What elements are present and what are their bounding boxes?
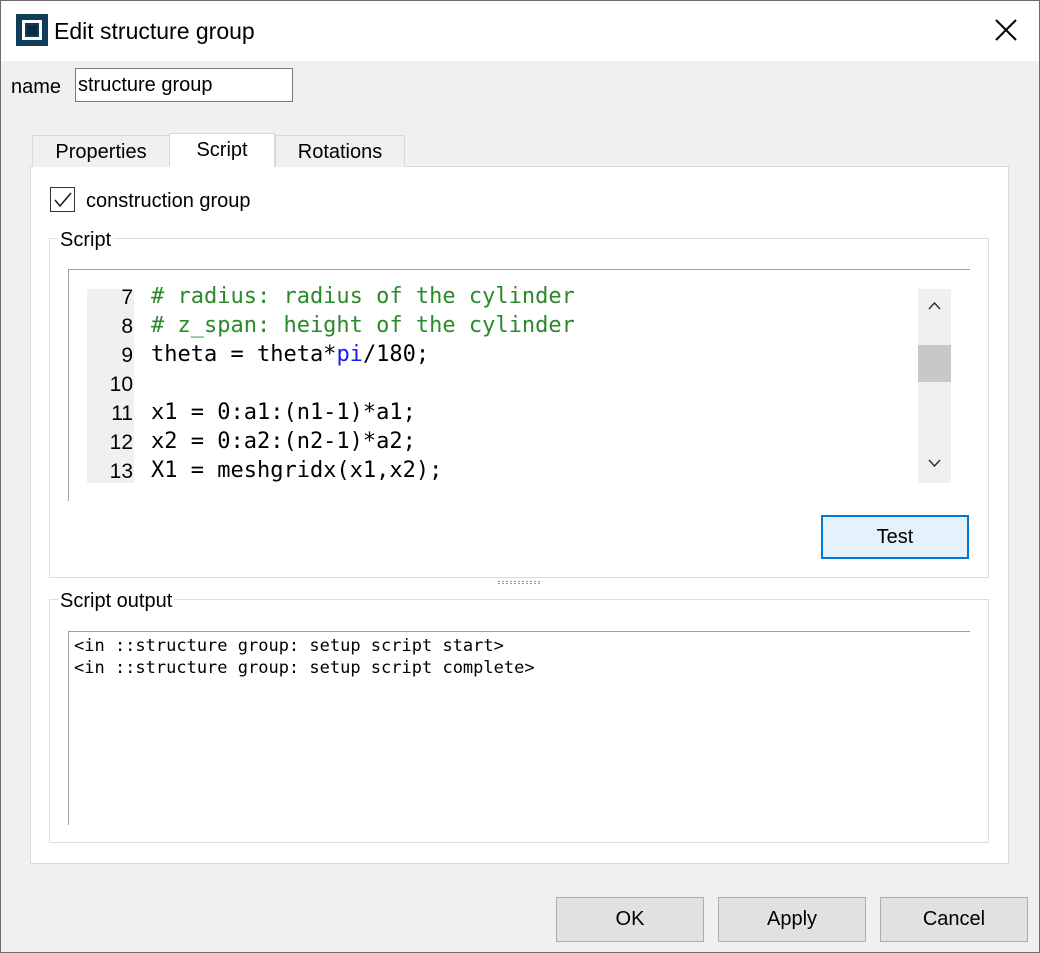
splitter-handle[interactable]: [498, 580, 540, 586]
tab-properties[interactable]: Properties: [32, 135, 170, 167]
scroll-up-button[interactable]: [918, 289, 951, 325]
close-button[interactable]: [981, 9, 1031, 51]
construction-group-checkbox[interactable]: [50, 187, 75, 212]
app-logo-icon: [16, 14, 48, 46]
construction-group-label: construction group: [86, 190, 251, 212]
script-group-title: Script: [58, 229, 114, 252]
name-label: name: [11, 76, 62, 98]
title-bar: Edit structure group: [1, 1, 1039, 61]
line-number: 10: [109, 373, 133, 396]
tab-rotations[interactable]: Rotations: [275, 135, 405, 167]
chevron-down-icon: [928, 459, 941, 468]
code-builtin: pi: [336, 342, 363, 367]
line-number: 8: [121, 315, 133, 338]
name-input[interactable]: [75, 68, 293, 102]
checkmark-icon: [54, 192, 72, 208]
code-token: X1 = meshgridx(x1,x2);: [151, 458, 443, 483]
tab-script[interactable]: Script: [169, 133, 275, 167]
line-number: 11: [111, 402, 133, 425]
code-token: x1 = 0:a1:(n1-1)*a1;: [151, 400, 416, 425]
test-button[interactable]: Test: [821, 515, 969, 559]
window-title: Edit structure group: [54, 18, 255, 44]
scroll-thumb[interactable]: [918, 345, 951, 382]
line-number: 7: [121, 286, 133, 309]
ok-button[interactable]: OK: [556, 897, 704, 942]
code-comment: # z_span: height of the cylinder: [151, 313, 575, 338]
output-line: <in ::structure group: setup script comp…: [74, 658, 535, 678]
code-token: theta = theta*: [151, 342, 337, 367]
code-line: theta = theta*pi/180;: [151, 342, 429, 367]
code-line: # z_span: height of the cylinder: [151, 313, 575, 338]
chevron-up-icon: [928, 301, 941, 310]
code-token: /180;: [362, 342, 430, 367]
line-number: 9: [121, 344, 133, 367]
apply-button[interactable]: Apply: [718, 897, 866, 942]
code-line: x1 = 0:a1:(n1-1)*a1;: [151, 400, 416, 425]
code-comment: # radius: radius of the cylinder: [151, 284, 575, 309]
output-line: <in ::structure group: setup script star…: [74, 636, 504, 656]
code-token: x2 = 0:a2:(n2-1)*a2;: [151, 429, 416, 454]
close-icon: [995, 19, 1017, 41]
code-line: x2 = 0:a2:(n2-1)*a2;: [151, 429, 416, 454]
cancel-button[interactable]: Cancel: [880, 897, 1028, 942]
editor-vertical-scrollbar[interactable]: [918, 289, 951, 483]
code-line: # radius: radius of the cylinder: [151, 284, 575, 309]
script-output-title: Script output: [58, 590, 175, 613]
line-number: 13: [109, 460, 133, 483]
line-number: 12: [109, 431, 133, 454]
code-line: X1 = meshgridx(x1,x2);: [151, 458, 442, 483]
scroll-down-button[interactable]: [918, 447, 951, 483]
